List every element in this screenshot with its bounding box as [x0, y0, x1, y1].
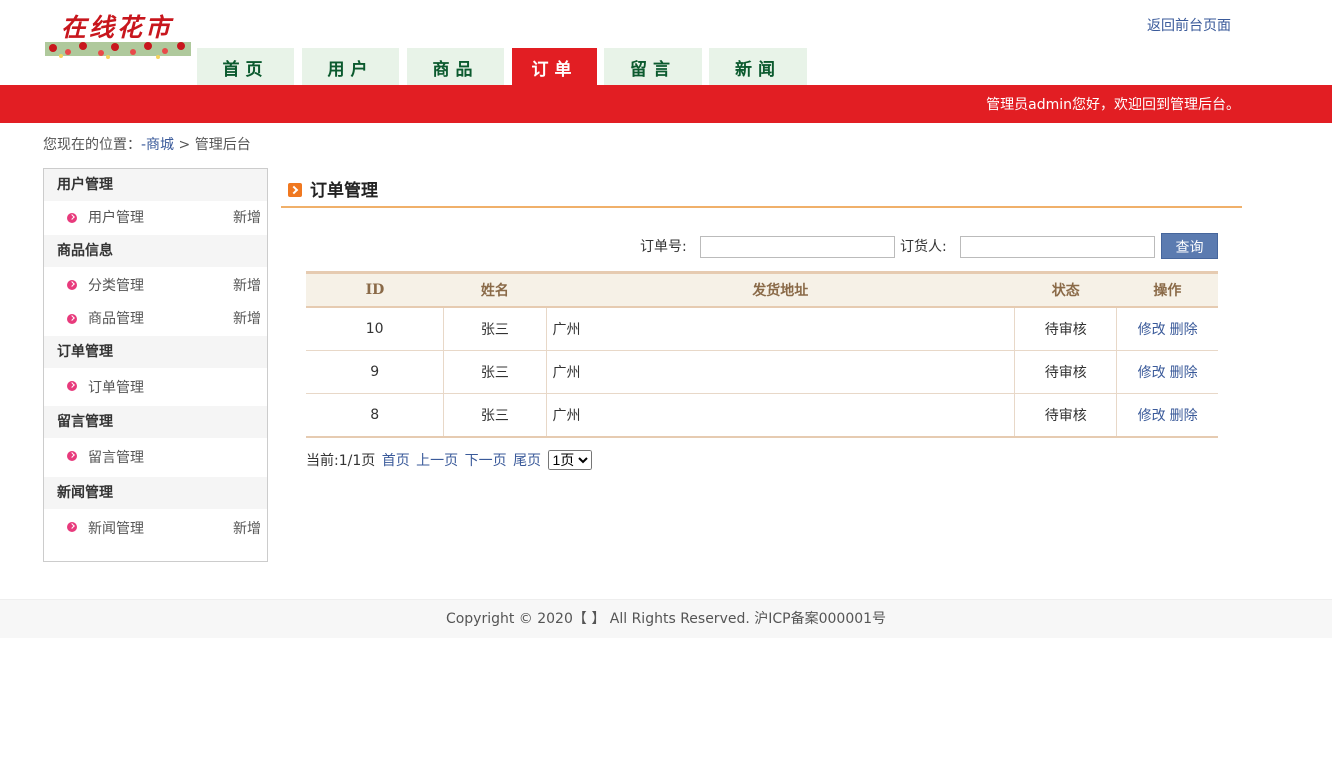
cell-address: 广州 [545, 307, 1015, 351]
breadcrumb-link-mall[interactable]: -商城 [141, 137, 174, 153]
nav-tab-products[interactable]: 商品 [407, 48, 504, 85]
sidebar: 用户管理 用户管理 新增 商品信息 分类管理 新增 商品管理 新增 订单管理 订… [43, 168, 268, 562]
sidebar-link-message-management[interactable]: 留言管理 [88, 438, 144, 478]
nav-tab-news[interactable]: 新闻 [709, 48, 807, 85]
pager-prev-link[interactable]: 上一页 [416, 453, 458, 469]
nav-tab-messages[interactable]: 留言 [604, 48, 702, 85]
sidebar-link-category-management[interactable]: 分类管理 [88, 267, 144, 305]
search-button[interactable]: 查询 [1161, 233, 1218, 259]
column-header-name: 姓名 [443, 271, 546, 308]
cell-actions: 修改 删除 [1116, 393, 1218, 438]
sidebar-item-product-management: 商品管理 新增 [44, 302, 267, 336]
breadcrumb-prefix: 您现在的位置： [43, 137, 141, 153]
cell-name: 张三 [443, 393, 546, 438]
nav-tab-orders[interactable]: 订单 [512, 48, 597, 85]
column-header-address: 发货地址 [546, 271, 1015, 308]
title-divider [281, 206, 1242, 208]
edit-link[interactable]: 修改 [1138, 408, 1166, 424]
table-row: 9 张三 广州 待审核 修改 删除 [306, 350, 1218, 394]
sidebar-add-user[interactable]: 新增 [233, 201, 261, 235]
table-row: 10 张三 广州 待审核 修改 删除 [306, 307, 1218, 351]
bullet-arrow-icon [67, 280, 77, 290]
cell-status: 待审核 [1014, 307, 1117, 351]
logo[interactable]: 在线花市 [43, 8, 193, 62]
pager-next-link[interactable]: 下一页 [465, 453, 507, 469]
sidebar-category-products: 商品信息 [44, 235, 267, 267]
sidebar-item-message-management: 留言管理 [44, 438, 267, 477]
cell-id: 10 [306, 307, 444, 351]
sidebar-item-user-management: 用户管理 新增 [44, 201, 267, 235]
logo-text: 在线花市 [61, 13, 174, 42]
order-number-input[interactable] [700, 236, 895, 258]
sidebar-category-orders: 订单管理 [44, 336, 267, 368]
bullet-arrow-icon [67, 314, 77, 324]
sidebar-link-order-management[interactable]: 订单管理 [88, 368, 144, 408]
table-header-row: ID 姓名 发货地址 状态 操作 [306, 271, 1218, 308]
pager-current: 当前:1/1页 [306, 453, 376, 469]
bullet-arrow-icon [67, 451, 77, 461]
column-header-status: 状态 [1014, 271, 1117, 308]
arrow-right-icon [288, 183, 302, 197]
edit-link[interactable]: 修改 [1138, 322, 1166, 338]
delete-link[interactable]: 删除 [1170, 322, 1198, 338]
column-header-id: ID [306, 271, 444, 308]
delete-link[interactable]: 删除 [1170, 408, 1198, 424]
nav-tab-users[interactable]: 用户 [302, 48, 399, 85]
header: 在线花市 返回前台页面 首页 用户 商品 订单 留言 新闻 [0, 0, 1332, 85]
cell-address: 广州 [545, 393, 1015, 438]
cell-name: 张三 [443, 307, 546, 351]
bullet-arrow-icon [67, 522, 77, 532]
sidebar-category-news: 新闻管理 [44, 477, 267, 509]
sidebar-category-users: 用户管理 [44, 169, 267, 201]
cell-status: 待审核 [1014, 393, 1117, 438]
breadcrumb: 您现在的位置：-商城 > 管理后台 [43, 134, 251, 154]
sidebar-add-category[interactable]: 新增 [233, 267, 261, 305]
column-header-actions: 操作 [1116, 271, 1218, 308]
sidebar-link-product-management[interactable]: 商品管理 [88, 302, 144, 336]
cell-id: 9 [306, 350, 444, 394]
welcome-text: 管理员admin您好，欢迎回到管理后台。 [986, 97, 1240, 113]
nav-tab-home[interactable]: 首页 [197, 48, 294, 85]
sidebar-add-product[interactable]: 新增 [233, 302, 261, 336]
cell-address: 广州 [545, 350, 1015, 394]
cell-status: 待审核 [1014, 350, 1117, 394]
pager-first-link[interactable]: 首页 [382, 453, 410, 469]
page-select[interactable]: 1页 [547, 450, 592, 470]
footer-copyright: Copyright © 2020【 】 All Rights Reserved.… [445, 611, 887, 627]
bullet-arrow-icon [67, 381, 77, 391]
sidebar-item-category-management: 分类管理 新增 [44, 267, 267, 302]
sidebar-link-news-management[interactable]: 新闻管理 [88, 509, 144, 549]
cell-name: 张三 [443, 350, 546, 394]
breadcrumb-current: 管理后台 [194, 137, 251, 153]
order-number-label: 订单号: [640, 239, 687, 255]
welcome-bar: 管理员admin您好，欢迎回到管理后台。 [0, 85, 1332, 123]
pagination: 当前:1/1页 首页 上一页 下一页 尾页 1页 [306, 450, 592, 470]
bullet-arrow-icon [67, 213, 77, 223]
sidebar-add-news[interactable]: 新增 [233, 509, 261, 549]
sidebar-item-news-management: 新闻管理 新增 [44, 509, 267, 547]
sidebar-item-order-management: 订单管理 [44, 368, 267, 406]
orderer-input[interactable] [960, 236, 1155, 258]
cell-actions: 修改 删除 [1116, 350, 1218, 394]
back-to-frontend-link[interactable]: 返回前台页面 [1147, 15, 1231, 35]
edit-link[interactable]: 修改 [1138, 365, 1166, 381]
orders-table: ID 姓名 发货地址 状态 操作 10 张三 广州 待审核 修改 删除 9 张三 … [306, 271, 1218, 438]
sidebar-link-user-management[interactable]: 用户管理 [88, 201, 144, 235]
pager-last-link[interactable]: 尾页 [513, 453, 541, 469]
sidebar-category-messages: 留言管理 [44, 406, 267, 438]
page-title: 订单管理 [288, 176, 378, 201]
page-title-text: 订单管理 [310, 181, 378, 201]
delete-link[interactable]: 删除 [1170, 365, 1198, 381]
table-row: 8 张三 广州 待审核 修改 删除 [306, 393, 1218, 438]
orderer-label: 订货人: [900, 239, 947, 255]
breadcrumb-separator: > [178, 137, 191, 153]
cell-id: 8 [306, 393, 444, 438]
cell-actions: 修改 删除 [1116, 307, 1218, 351]
footer: Copyright © 2020【 】 All Rights Reserved.… [0, 599, 1332, 638]
